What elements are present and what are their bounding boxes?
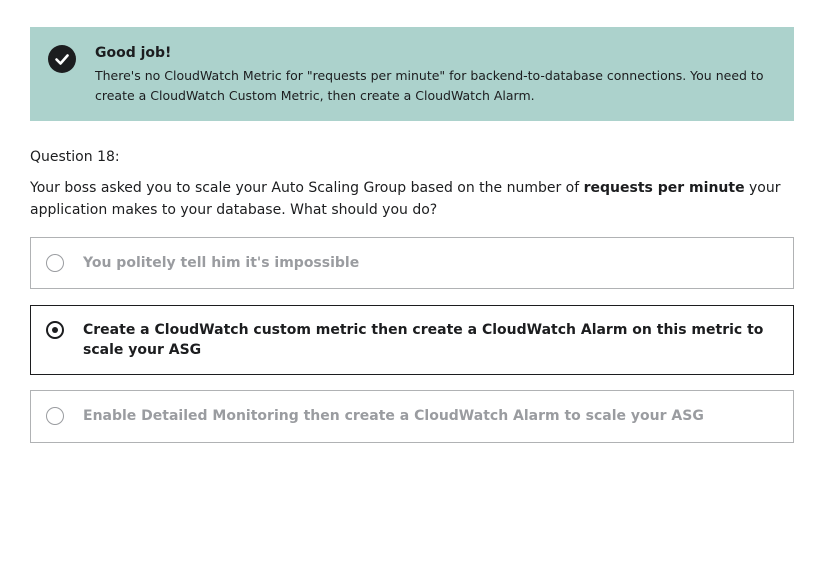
radio-button-unselected[interactable]: [46, 254, 64, 272]
radio-dot-icon: [52, 327, 58, 333]
feedback-banner: Good job! There's no CloudWatch Metric f…: [30, 27, 794, 121]
question-number: Question 18:: [30, 149, 120, 165]
answer-option-3[interactable]: Enable Detailed Monitoring then create a…: [30, 390, 794, 443]
radio-button-unselected[interactable]: [46, 407, 64, 425]
answer-option-label: You politely tell him it's impossible: [83, 255, 360, 271]
answer-option-label: Create a CloudWatch custom metric then c…: [83, 322, 764, 358]
feedback-text: There's no CloudWatch Metric for "reques…: [95, 68, 764, 103]
feedback-title: Good job!: [95, 45, 172, 61]
check-circle-icon: [48, 45, 76, 73]
question-text-bold: requests per minute: [583, 180, 745, 196]
radio-button-selected[interactable]: [46, 321, 64, 339]
answer-option-1[interactable]: You politely tell him it's impossible: [30, 237, 794, 289]
question-text-before: Your boss asked you to scale your Auto S…: [30, 180, 584, 196]
question-prompt: Your boss asked you to scale your Auto S…: [30, 177, 800, 221]
answer-option-label: Enable Detailed Monitoring then create a…: [83, 408, 704, 424]
quiz-page: Good job! There's no CloudWatch Metric f…: [0, 0, 836, 575]
answer-option-2[interactable]: Create a CloudWatch custom metric then c…: [30, 305, 794, 375]
